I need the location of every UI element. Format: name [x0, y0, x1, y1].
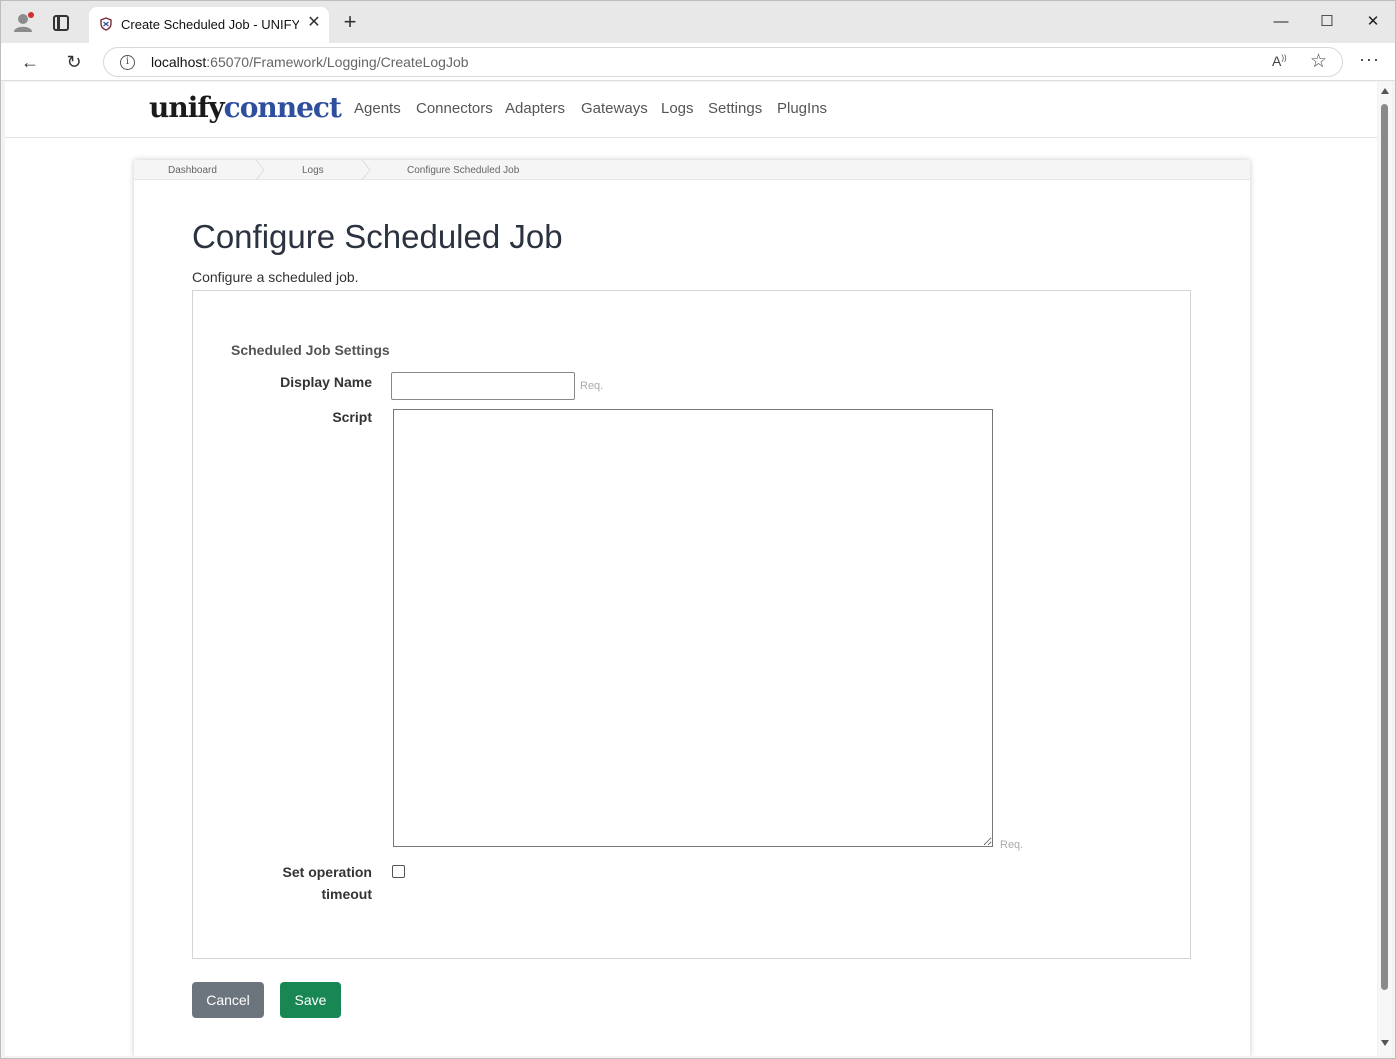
script-textarea[interactable]: [393, 409, 993, 847]
vertical-scrollbar[interactable]: [1378, 82, 1392, 1056]
more-options-icon[interactable]: ···: [1359, 49, 1380, 70]
timeout-label-line1: Set operation: [282, 864, 372, 880]
timeout-checkbox[interactable]: [392, 865, 405, 878]
nav-gateways[interactable]: Gateways: [581, 100, 648, 117]
page-viewport: unifyconnect Agents Connectors Adapters …: [5, 82, 1377, 1056]
nav-settings[interactable]: Settings: [708, 100, 762, 117]
page-description: Configure a scheduled job.: [192, 269, 359, 285]
close-window-button[interactable]: ✕: [1353, 9, 1393, 35]
nav-connectors[interactable]: Connectors: [416, 100, 493, 117]
save-button[interactable]: Save: [280, 982, 341, 1018]
display-name-required-hint: Req.: [580, 380, 604, 392]
logo-part1: unify: [149, 91, 225, 124]
tab-bar: Create Scheduled Job - UNIFYConnect ✕ + …: [1, 1, 1395, 43]
minimize-button[interactable]: —: [1261, 9, 1301, 35]
nav-adapters[interactable]: Adapters: [505, 100, 565, 117]
breadcrumb-logs[interactable]: Logs: [302, 165, 324, 176]
profile-icon[interactable]: [13, 11, 35, 33]
new-tab-icon[interactable]: +: [339, 11, 361, 33]
url-host: localhost: [151, 54, 207, 70]
timeout-label: Set operation timeout: [233, 861, 372, 905]
url-field[interactable]: i localhost:65070/Framework/Logging/Crea…: [103, 47, 1343, 77]
display-name-label: Display Name: [280, 374, 372, 390]
read-aloud-icon[interactable]: A)): [1272, 53, 1287, 69]
favorite-star-icon[interactable]: ☆: [1310, 50, 1327, 73]
breadcrumb-dashboard[interactable]: Dashboard: [168, 165, 217, 176]
breadcrumb: Dashboard Logs Configure Scheduled Job: [134, 160, 1250, 180]
nav-logs[interactable]: Logs: [661, 100, 694, 117]
browser-window: Create Scheduled Job - UNIFYConnect ✕ + …: [0, 0, 1396, 1059]
url-text: localhost:65070/Framework/Logging/Create…: [151, 54, 469, 70]
tab-close-icon[interactable]: ✕: [305, 14, 323, 32]
logo-part2: connect: [223, 91, 342, 124]
url-path: :65070/Framework/Logging/CreateLogJob: [206, 54, 469, 70]
scroll-up-icon[interactable]: [1381, 88, 1389, 94]
scroll-down-icon[interactable]: [1381, 1040, 1389, 1046]
timeout-label-line2: timeout: [321, 886, 372, 902]
form-panel: Scheduled Job Settings Display Name Req.…: [192, 290, 1191, 959]
page-title: Configure Scheduled Job: [192, 218, 563, 255]
script-required-hint: Req.: [1000, 839, 1024, 851]
breadcrumb-separator-icon: [255, 160, 265, 180]
breadcrumb-current: Configure Scheduled Job: [407, 165, 520, 176]
breadcrumb-separator-icon: [361, 160, 371, 180]
nav-agents[interactable]: Agents: [354, 100, 401, 117]
address-bar: ← ↻ i localhost:65070/Framework/Logging/…: [1, 43, 1395, 81]
tab-actions-icon[interactable]: [53, 15, 69, 31]
nav-plugins[interactable]: PlugIns: [777, 100, 827, 117]
back-icon[interactable]: ←: [19, 51, 41, 73]
logo[interactable]: unifyconnect: [149, 91, 342, 124]
refresh-icon[interactable]: ↻: [63, 51, 85, 73]
script-label: Script: [332, 409, 372, 425]
site-info-icon[interactable]: i: [120, 55, 135, 70]
section-title: Scheduled Job Settings: [231, 342, 390, 358]
active-tab[interactable]: Create Scheduled Job - UNIFYConnect ✕: [89, 7, 329, 43]
maximize-button[interactable]: ☐: [1307, 9, 1347, 35]
tab-title: Create Scheduled Job - UNIFYConnect: [121, 17, 299, 32]
cancel-button[interactable]: Cancel: [192, 982, 264, 1018]
site-favicon-icon: [100, 17, 112, 31]
content-card: Dashboard Logs Configure Scheduled Job C…: [134, 160, 1250, 1056]
site-header: unifyconnect Agents Connectors Adapters …: [5, 82, 1377, 138]
display-name-input[interactable]: [391, 372, 575, 400]
scroll-thumb[interactable]: [1381, 104, 1388, 990]
